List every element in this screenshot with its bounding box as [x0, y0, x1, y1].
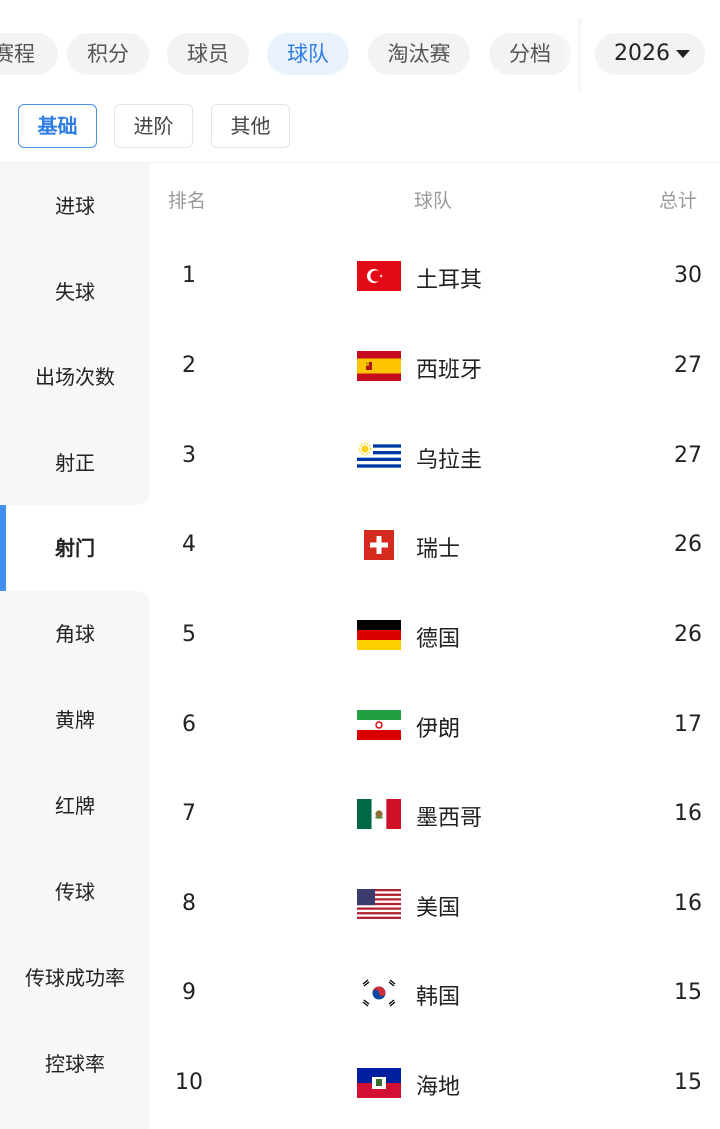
table-row[interactable]: 5 德国 26 [150, 592, 720, 682]
total-cell: 26 [674, 622, 702, 647]
tab-teams[interactable]: 球队 [267, 33, 349, 75]
tab-players[interactable]: 球员 [167, 33, 249, 75]
header-total: 总计 [659, 190, 698, 212]
header-team: 球队 [414, 190, 453, 212]
sidebar-item-shots[interactable]: 射门 [0, 505, 150, 591]
total-cell: 26 [674, 532, 702, 557]
team-name: 墨西哥 [416, 806, 483, 831]
team-name: 美国 [416, 896, 461, 921]
total-cell: 15 [674, 1070, 702, 1095]
stat-sidebar: 进球 失球 出场次数 射正 射门 角球 黄牌 红牌 传球 传球成功率 控球率 [0, 163, 150, 1129]
rank-cell: 2 [182, 353, 196, 378]
subtab-advanced[interactable]: 进阶 [114, 104, 193, 148]
sidebar-item-shots-on-target[interactable]: 射正 [0, 420, 150, 506]
tab-label: 淘汰赛 [387, 42, 451, 66]
total-cell: 27 [674, 353, 702, 378]
sidebar-item-possession[interactable]: 控球率 [0, 1021, 150, 1107]
team-name: 伊朗 [416, 717, 461, 742]
spain-flag-icon [357, 351, 401, 381]
team-name: 海地 [416, 1075, 461, 1100]
sidebar-item-pass-accuracy[interactable]: 传球成功率 [0, 935, 150, 1021]
team-name: 土耳其 [416, 268, 483, 293]
total-cell: 16 [674, 801, 702, 826]
total-cell: 16 [674, 891, 702, 916]
team-name: 韩国 [416, 985, 461, 1010]
rank-cell: 3 [182, 443, 196, 468]
rank-cell: 5 [182, 622, 196, 647]
rank-cell: 1 [182, 263, 196, 288]
sidebar-item-passes[interactable]: 传球 [0, 849, 150, 935]
total-cell: 15 [674, 980, 702, 1005]
year-dropdown[interactable]: 2026 [595, 33, 705, 75]
top-tab-bar: 赛程 积分 球员 球队 淘汰赛 分档 2026 [0, 0, 720, 108]
scroll-shadow [578, 18, 584, 92]
turkey-flag-icon [357, 261, 401, 291]
table-row[interactable]: 9 韩国 15 [150, 950, 720, 1040]
table-row[interactable]: 2 西班牙 27 [150, 323, 720, 413]
table-row[interactable]: 1 土耳其 30 [150, 233, 720, 323]
tab-pots[interactable]: 分档 [489, 33, 571, 75]
subtab-other[interactable]: 其他 [211, 104, 290, 148]
sidebar-item-red-cards[interactable]: 红牌 [0, 763, 150, 849]
team-name: 瑞士 [416, 537, 461, 562]
tab-schedule[interactable]: 赛程 [0, 33, 58, 75]
subtab-basic[interactable]: 基础 [18, 104, 97, 148]
table-row[interactable]: 4 瑞士 26 [150, 502, 720, 592]
tab-label: 积分 [87, 42, 129, 66]
team-name: 德国 [416, 627, 461, 652]
table-row[interactable]: 10 海地 15 [150, 1040, 720, 1129]
germany-flag-icon [357, 620, 401, 650]
sidebar-item-yellow-cards[interactable]: 黄牌 [0, 677, 150, 763]
south-korea-flag-icon [357, 978, 401, 1008]
table-row[interactable]: 8 美国 16 [150, 861, 720, 951]
rank-cell: 10 [175, 1070, 203, 1095]
tab-label: 赛程 [0, 42, 35, 66]
tab-knockout[interactable]: 淘汰赛 [368, 33, 470, 75]
usa-flag-icon [357, 889, 401, 919]
rank-cell: 4 [182, 532, 196, 557]
tab-standings[interactable]: 积分 [67, 33, 149, 75]
subtab-label: 其他 [230, 114, 271, 138]
team-name: 乌拉圭 [416, 448, 483, 473]
scroll-fade [560, 20, 590, 90]
uruguay-flag-icon [357, 441, 401, 471]
total-cell: 27 [674, 443, 702, 468]
sidebar-item-goals-conceded[interactable]: 失球 [0, 249, 150, 335]
table-row[interactable]: 7 墨西哥 16 [150, 771, 720, 861]
tab-label: 分档 [509, 42, 551, 66]
total-cell: 30 [674, 263, 702, 288]
rank-cell: 7 [182, 801, 196, 826]
mexico-flag-icon [357, 799, 401, 829]
sidebar-item-corners[interactable]: 角球 [0, 591, 150, 677]
subtab-label: 进阶 [133, 114, 174, 138]
total-cell: 17 [674, 712, 702, 737]
haiti-flag-icon [357, 1068, 401, 1098]
tab-label: 球员 [187, 42, 229, 66]
rank-cell: 6 [182, 712, 196, 737]
header-rank: 排名 [168, 190, 207, 212]
rank-cell: 9 [182, 980, 196, 1005]
caret-down-icon [676, 50, 690, 58]
table-row[interactable]: 3 乌拉圭 27 [150, 413, 720, 503]
subtab-label: 基础 [37, 114, 78, 138]
table-row[interactable]: 6 伊朗 17 [150, 682, 720, 772]
switzerland-flag-icon [357, 530, 401, 560]
team-name: 西班牙 [416, 358, 483, 383]
rank-cell: 8 [182, 891, 196, 916]
sidebar-item-appearances[interactable]: 出场次数 [0, 334, 150, 420]
sidebar-item-goals[interactable]: 进球 [0, 163, 150, 249]
year-value: 2026 [614, 41, 670, 66]
iran-flag-icon [357, 710, 401, 740]
tab-label: 球队 [287, 42, 329, 66]
